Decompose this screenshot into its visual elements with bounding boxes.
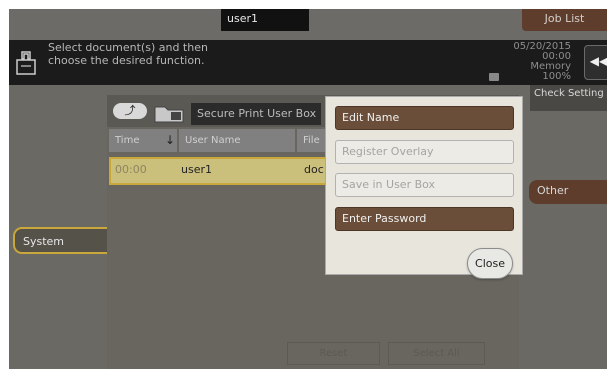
message-bar: Select document(s) and then choose the d… [9,40,607,85]
edit-name-button[interactable]: Edit Name [335,106,514,130]
row-time: 00:00 [115,163,147,176]
column-time[interactable]: Time ↓ [109,129,177,152]
box-title: Secure Print User Box [191,103,321,125]
top-bar: user1 Job List [9,9,607,40]
enter-password-button[interactable]: Enter Password [335,207,514,231]
logged-in-user: user1 [221,9,309,31]
message-text: Select document(s) and then choose the d… [48,41,208,67]
user-box-folder-icon [154,106,184,123]
register-overlay-button[interactable]: Register Overlay [335,140,514,164]
function-menu: Edit Name Register Overlay Save in User … [325,96,523,279]
job-list-button[interactable]: Job List [522,9,607,31]
other-button[interactable]: Other [529,180,607,204]
up-folder-icon[interactable]: ⤴ [113,103,147,119]
screen: user1 Job List Select document(s) and th… [9,9,607,369]
row-file: doc [304,163,324,176]
column-time-label: Time [115,135,140,146]
row-user: user1 [181,163,212,176]
reset-button[interactable]: Reset [287,342,380,365]
document-icon [16,51,36,75]
column-file[interactable]: File [297,129,327,152]
check-settings-button[interactable]: Check Setting [530,85,607,111]
sort-down-icon: ↓ [165,133,176,147]
save-in-user-box-button[interactable]: Save in User Box [335,173,514,197]
close-button[interactable]: Close [467,248,513,279]
back-icon[interactable]: ◀◀ [584,45,607,80]
lock-icon [489,73,499,81]
column-user-name[interactable]: User Name [179,129,295,152]
system-tab[interactable]: System [13,227,113,254]
status-info: 05/20/2015 00:00 Memory 100% [513,41,571,82]
select-all-button[interactable]: Select All [388,342,485,365]
